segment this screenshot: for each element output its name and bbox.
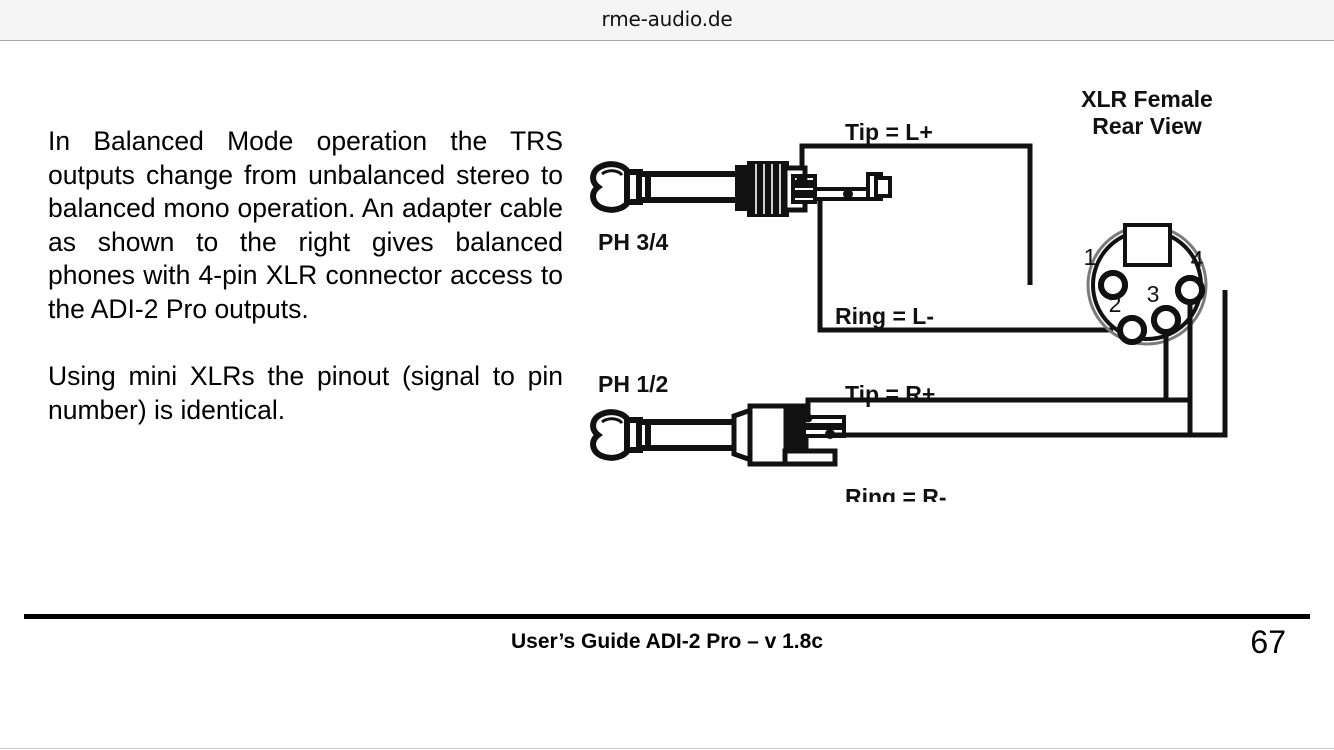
terminal-dot-tip-top [796, 174, 808, 186]
footer-divider [24, 614, 1310, 619]
strain-relief-dot-top [843, 189, 853, 199]
page-number: 67 [1250, 624, 1286, 660]
site-label: rme-audio.de [601, 7, 733, 31]
xlr-pin-number-2: 2 [1109, 291, 1122, 317]
xlr-pin-3-overlay [1151, 305, 1181, 335]
label-ring-r-minus: Ring = R- [845, 484, 947, 502]
trs-plug-bottom [590, 403, 846, 467]
plug-grip-top [747, 161, 789, 217]
xlr-pin-number-3: 3 [1147, 281, 1160, 307]
plug-barrel-bottom [747, 403, 790, 467]
label-tip-l-plus: Tip = L+ [845, 119, 933, 145]
xlr-pin-4-overlay [1175, 275, 1205, 305]
xlr-pin-2-overlay [1117, 315, 1147, 345]
xlr-heading-line2: Rear View [1092, 113, 1202, 139]
wiring-diagram: XLR Female Rear View Tip = L+ Ring = L- … [580, 62, 1320, 502]
label-ph-12: PH 1/2 [598, 371, 668, 397]
terminal-dot-tip-bottom [803, 413, 813, 423]
label-ph-34: PH 3/4 [598, 229, 669, 255]
xlr-pin-number-1: 1 [1084, 244, 1097, 270]
document-page: In Balanced Mode operation the TRS outpu… [0, 42, 1334, 749]
trs-plug-top [590, 161, 892, 217]
label-tip-r-plus: Tip = R+ [845, 381, 935, 407]
footer-title: User’s Guide ADI-2 Pro – v 1.8c [510, 630, 824, 653]
paragraph-balanced-mode: In Balanced Mode operation the TRS outpu… [48, 126, 563, 324]
wire-tip-l-plus [799, 143, 1033, 285]
xlr-keyway [1123, 223, 1172, 267]
plug-sleeve-bottom [645, 419, 739, 451]
body-text-column: In Balanced Mode operation the TRS outpu… [48, 125, 563, 427]
plug-sleeve-top [645, 171, 743, 203]
browser-header-bar: rme-audio.de [0, 0, 1334, 41]
xlr-pin-number-4: 4 [1191, 246, 1204, 272]
paragraph-mini-xlr: Using mini XLRs the pinout (signal to pi… [48, 361, 563, 425]
xlr-heading-line1: XLR Female [1081, 86, 1213, 112]
label-ring-l-minus: Ring = L- [835, 303, 934, 329]
plug-base-bottom [782, 448, 838, 467]
